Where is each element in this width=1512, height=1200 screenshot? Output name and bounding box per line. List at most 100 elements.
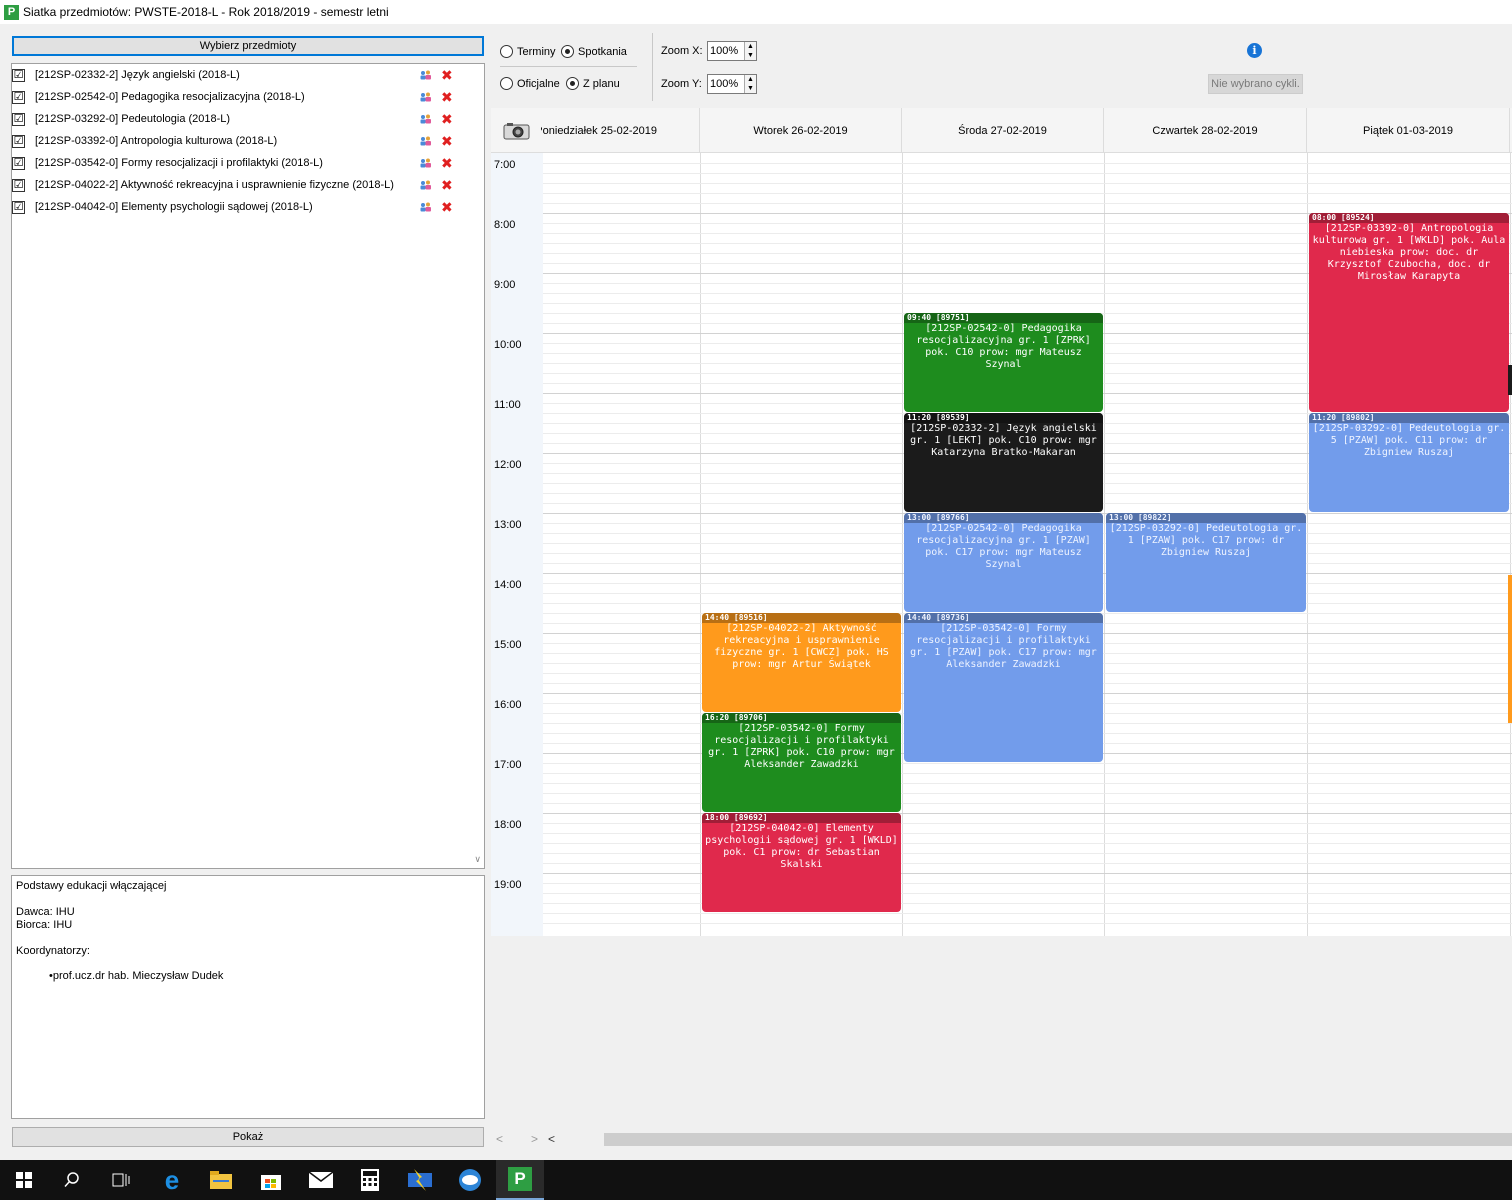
subject-row[interactable]: ☑ [212SP-02542-0] Pedagogika resocjalizac… <box>12 86 472 108</box>
calendar-event[interactable]: 09:40 [89751] [212SP-02542-0] Pedagogika … <box>904 313 1103 412</box>
subject-label: [212SP-04022-2] Aktywność rekreacyjna i … <box>35 179 394 191</box>
calendar-event[interactable]: 18:00 [89692] [212SP-04042-0] Elementy ps… <box>702 813 901 912</box>
subject-row[interactable]: ☑ [212SP-02332-2] Język angielski (2018-L… <box>12 64 472 86</box>
time-grid-line <box>543 853 1512 854</box>
app-tool-icon[interactable] <box>396 1160 444 1200</box>
subject-row[interactable]: ☑ [212SP-04022-2] Aktywność rekreacyjna i… <box>12 174 472 196</box>
subject-row[interactable]: ☑ [212SP-03542-0] Formy resocjalizacji i … <box>12 152 472 174</box>
day-header: Wtorek 26-02-2019 <box>700 108 902 153</box>
people-icon[interactable] <box>420 158 432 168</box>
subject-checkbox[interactable]: ☑ <box>12 178 25 192</box>
hour-label: 17:00 <box>494 759 522 771</box>
radio-z-planu[interactable] <box>566 77 579 90</box>
zoom-y-input[interactable]: 100% ▲ ▼ <box>707 74 757 94</box>
task-view-icon[interactable] <box>97 1160 145 1200</box>
option-z-planu[interactable]: Z planu <box>566 77 620 90</box>
globe-app-icon[interactable] <box>446 1160 494 1200</box>
subject-label: [212SP-02332-2] Język angielski (2018-L) <box>35 69 240 81</box>
people-icon[interactable] <box>420 70 432 80</box>
option-spotkania-label: Spotkania <box>578 45 627 58</box>
zoom-y-spinner[interactable]: ▲ ▼ <box>744 75 756 93</box>
windows-start-icon[interactable] <box>0 1160 48 1200</box>
day-column-divider <box>700 153 701 936</box>
delete-icon[interactable]: ✖ <box>441 68 453 82</box>
clipped-event[interactable] <box>1508 365 1512 395</box>
event-time-header: 18:00 [89692] <box>702 813 901 823</box>
subject-row[interactable]: ☑ [212SP-04042-0] Elementy psychologii są… <box>12 196 472 218</box>
delete-icon[interactable]: ✖ <box>441 200 453 214</box>
calendar-event[interactable]: 08:00 [89524] [212SP-03392-0] Antropologi… <box>1309 213 1509 412</box>
scroll-right-icon[interactable]: > <box>531 1132 538 1146</box>
zoom-x-spinner[interactable]: ▲ ▼ <box>744 42 756 60</box>
delete-icon[interactable]: ✖ <box>441 178 453 192</box>
people-icon[interactable] <box>420 180 432 190</box>
scrollbar-thumb[interactable] <box>604 1133 1512 1146</box>
subject-checkbox[interactable]: ☑ <box>12 68 25 82</box>
scroll-down-icon[interactable]: ∨ <box>474 854 481 865</box>
subject-row[interactable]: ☑ [212SP-03392-0] Antropologia kulturowa … <box>12 130 472 152</box>
subject-checkbox[interactable]: ☑ <box>12 200 25 214</box>
select-subjects-button[interactable]: Wybierz przedmioty <box>12 36 484 56</box>
option-spotkania[interactable]: Spotkania <box>561 45 627 58</box>
calendar-event[interactable]: 14:40 [89736] [212SP-03542-0] Formy resoc… <box>904 613 1103 762</box>
time-grid-line <box>543 883 1512 884</box>
calendar-event[interactable]: 13:00 [89766] [212SP-02542-0] Pedagogika … <box>904 513 1103 612</box>
scroll-left-dark-icon[interactable]: < <box>548 1132 555 1146</box>
app-logo-icon: P <box>4 4 19 20</box>
subject-row[interactable]: ☑ [212SP-03292-0] Pedeutologia (2018-L) ✖ <box>12 108 472 130</box>
search-icon[interactable] <box>48 1160 96 1200</box>
camera-icon[interactable] <box>503 122 530 140</box>
delete-icon[interactable]: ✖ <box>441 156 453 170</box>
subject-checkbox[interactable]: ☑ <box>12 112 25 126</box>
delete-icon[interactable]: ✖ <box>441 90 453 104</box>
zoom-x-input[interactable]: 100% ▲ ▼ <box>707 41 757 61</box>
clipped-event[interactable] <box>1508 575 1512 723</box>
mail-icon[interactable] <box>297 1160 345 1200</box>
delete-icon[interactable]: ✖ <box>441 134 453 148</box>
store-icon[interactable] <box>247 1160 295 1200</box>
subject-checkbox[interactable]: ☑ <box>12 156 25 170</box>
day-column-divider <box>1510 153 1511 936</box>
radio-spotkania[interactable] <box>561 45 574 58</box>
calculator-icon[interactable] <box>346 1160 394 1200</box>
time-grid-line <box>543 913 1512 914</box>
hour-label: 19:00 <box>494 879 522 891</box>
delete-icon[interactable]: ✖ <box>441 112 453 126</box>
planner-app-icon[interactable]: P <box>496 1160 544 1200</box>
details-coordinator: prof.ucz.dr hab. Mieczysław Dudek <box>52 970 224 982</box>
day-column-divider <box>1307 153 1308 936</box>
calendar-event[interactable]: 11:20 [89802] [212SP-03292-0] Pedeutologi… <box>1309 413 1509 512</box>
option-terminy[interactable]: Terminy <box>500 45 556 58</box>
calendar-horizontal-scrollbar[interactable]: < > < <box>491 1131 1512 1148</box>
time-grid-line <box>543 813 1512 814</box>
event-description: [212SP-03542-0] Formy resocjalizacji i p… <box>910 623 1097 670</box>
info-icon[interactable]: i <box>1247 43 1262 58</box>
subject-checkbox[interactable]: ☑ <box>12 134 25 148</box>
scroll-left-icon[interactable]: < <box>496 1132 503 1146</box>
option-terminy-label: Terminy <box>517 45 556 58</box>
people-icon[interactable] <box>420 202 432 212</box>
radio-oficjalne[interactable] <box>500 77 513 90</box>
calendar-event[interactable]: 14:40 [89516] [212SP-04022-2] Aktywność r… <box>702 613 901 712</box>
subject-checkbox[interactable]: ☑ <box>12 90 25 104</box>
zoom-x-value: 100% <box>710 45 739 57</box>
option-oficjalne[interactable]: Oficjalne <box>500 77 560 90</box>
people-icon[interactable] <box>420 136 432 146</box>
subject-label: [212SP-02542-0] Pedagogika resocjalizacy… <box>35 91 305 103</box>
calendar-event[interactable]: 13:00 [89822] [212SP-03292-0] Pedeutologi… <box>1106 513 1306 612</box>
cycle-button[interactable]: Nie wybrano cykli. <box>1208 74 1303 94</box>
subject-label: [212SP-03392-0] Antropologia kulturowa (… <box>35 135 278 147</box>
people-icon[interactable] <box>420 92 432 102</box>
calendar-event[interactable]: 16:20 [89706] [212SP-03542-0] Formy resoc… <box>702 713 901 812</box>
day-column-divider <box>902 153 903 936</box>
subject-details-panel: Podstawy edukacji włączającej Dawca: IHU… <box>11 875 485 1119</box>
calendar-event[interactable]: 11:20 [89539] [212SP-02332-2] Język angie… <box>904 413 1103 512</box>
people-icon[interactable] <box>420 114 432 124</box>
time-grid-line <box>543 843 1512 844</box>
file-explorer-icon[interactable] <box>197 1160 245 1200</box>
edge-browser-icon[interactable]: e <box>148 1160 196 1200</box>
show-button[interactable]: Pokaż <box>12 1127 484 1147</box>
radio-terminy[interactable] <box>500 45 513 58</box>
time-column: 7:00 8:00 9:00 10:00 11:00 12:00 13:00 14:00 15:… <box>491 153 543 936</box>
time-grid-line <box>543 863 1512 864</box>
